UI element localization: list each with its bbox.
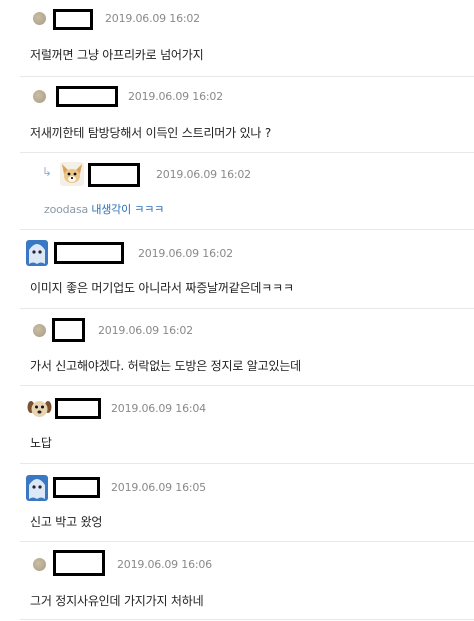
comment-text: 그거 정지사유인데 가지가지 처하네 [30, 594, 204, 608]
comment-timestamp: 2019.06.09 16:06 [117, 558, 212, 571]
comment-item: 2019.06.09 16:06 그거 정지사유인데 가지가지 처하네 [0, 0, 474, 621]
username-redacted[interactable] [53, 550, 105, 576]
divider [20, 619, 474, 620]
avatar[interactable] [33, 558, 46, 571]
